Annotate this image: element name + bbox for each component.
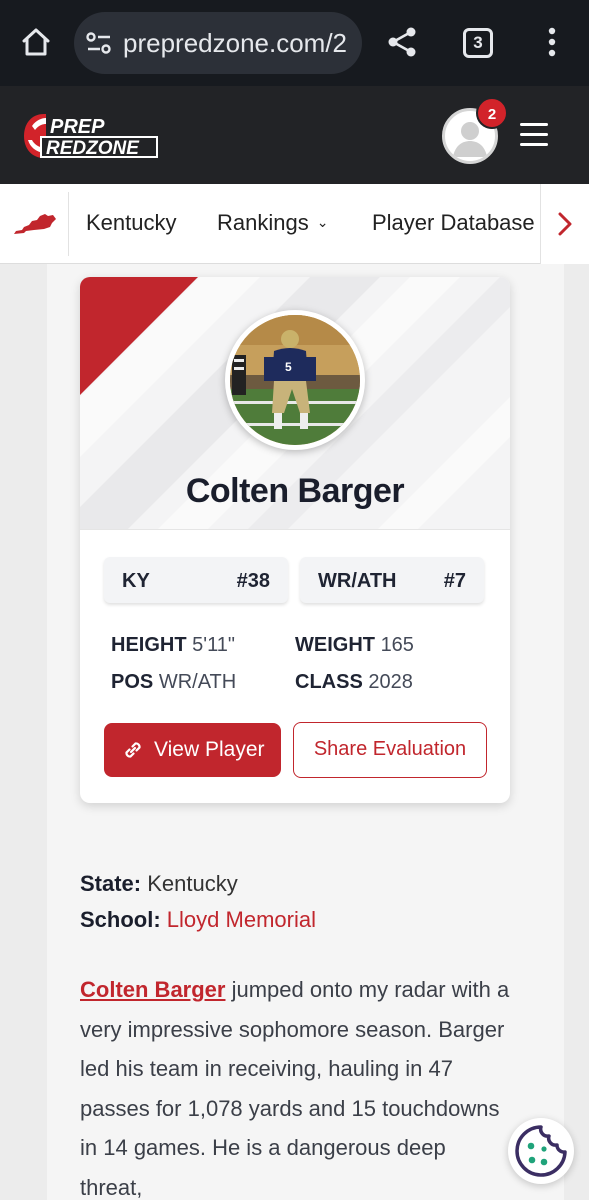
- evaluation-article: Colten Barger jumped onto my radar with …: [80, 970, 510, 1200]
- position-group: WR/ATH: [318, 570, 397, 592]
- site-settings-icon[interactable]: [86, 31, 112, 55]
- player-card: 5 Colten Barger KY #38 WR/ATH #7 HEIGHT …: [80, 277, 510, 803]
- state-detail: State: Kentucky: [80, 871, 238, 897]
- address-bar[interactable]: prepredzone.com/2: [74, 12, 362, 74]
- state-abbr: KY: [122, 570, 150, 592]
- hamburger-menu-icon[interactable]: [518, 120, 550, 150]
- position-rank-pill: WR/ATH #7: [300, 557, 484, 603]
- svg-text:5: 5: [285, 360, 292, 374]
- more-vert-icon[interactable]: [538, 24, 566, 60]
- kentucky-state-icon[interactable]: [12, 210, 58, 236]
- chevron-right-icon[interactable]: [557, 212, 573, 236]
- nav-divider: [68, 192, 69, 256]
- nav-item-rankings-label[interactable]: Rankings: [217, 210, 309, 235]
- share-icon[interactable]: [384, 24, 420, 60]
- link-icon: [125, 742, 141, 758]
- notification-badge: 2: [476, 97, 508, 129]
- class-stat: CLASS 2028: [295, 671, 413, 694]
- article-text: jumped onto my radar with a very impress…: [80, 977, 510, 1200]
- school-link[interactable]: Lloyd Memorial: [167, 907, 316, 932]
- height-value: 5'11": [192, 634, 235, 656]
- weight-label: WEIGHT: [295, 634, 375, 656]
- logo-line1: PREP: [50, 116, 105, 138]
- logo-line2: REDZONE: [46, 138, 140, 159]
- state-rank: #38: [236, 570, 270, 592]
- url-text[interactable]: prepredzone.com/2: [123, 28, 347, 59]
- height-stat: HEIGHT 5'11": [111, 634, 235, 657]
- pos-label: POS: [111, 671, 154, 693]
- nav-item-rankings[interactable]: Rankings ⌄: [217, 210, 328, 236]
- tabs-icon[interactable]: 3: [463, 28, 493, 58]
- weight-value: 165: [380, 634, 414, 656]
- weight-stat: WEIGHT 165: [295, 634, 414, 657]
- browser-toolbar: prepredzone.com/2 3: [0, 0, 589, 86]
- player-name: Colten Barger: [185, 472, 405, 510]
- chevron-down-icon[interactable]: ⌄: [317, 214, 329, 231]
- nav-item-player-database[interactable]: Player Database: [372, 210, 535, 236]
- state-detail-value: Kentucky: [147, 871, 238, 896]
- school-detail-label: School:: [80, 907, 161, 932]
- prep-redzone-logo[interactable]: PREP REDZONE: [22, 112, 162, 160]
- state-detail-label: State:: [80, 871, 142, 896]
- player-photo: 5: [225, 310, 365, 450]
- cookie-icon[interactable]: [508, 1118, 574, 1184]
- share-evaluation-button[interactable]: Share Evaluation: [293, 722, 487, 778]
- view-player-label[interactable]: View Player: [154, 738, 265, 762]
- pos-value: WR/ATH: [158, 671, 237, 693]
- view-player-button[interactable]: View Player: [104, 723, 281, 777]
- school-detail: School: Lloyd Memorial: [80, 907, 316, 933]
- height-label: HEIGHT: [111, 634, 187, 656]
- cookie-settings-button[interactable]: [508, 1118, 574, 1184]
- pos-stat: POS WR/ATH: [111, 671, 236, 694]
- card-divider: [80, 529, 510, 530]
- position-rank: #7: [443, 570, 466, 592]
- class-value: 2028: [368, 671, 413, 693]
- player-name-link[interactable]: Colten Barger: [80, 977, 225, 1002]
- nav-scroll-right-button[interactable]: [540, 184, 589, 264]
- state-rank-pill: KY #38: [104, 557, 288, 603]
- state-nav-bar: Kentucky Rankings ⌄ Player Database: [0, 184, 589, 264]
- home-icon[interactable]: [18, 24, 54, 60]
- class-label: CLASS: [295, 671, 363, 693]
- nav-item-kentucky[interactable]: Kentucky: [86, 210, 177, 236]
